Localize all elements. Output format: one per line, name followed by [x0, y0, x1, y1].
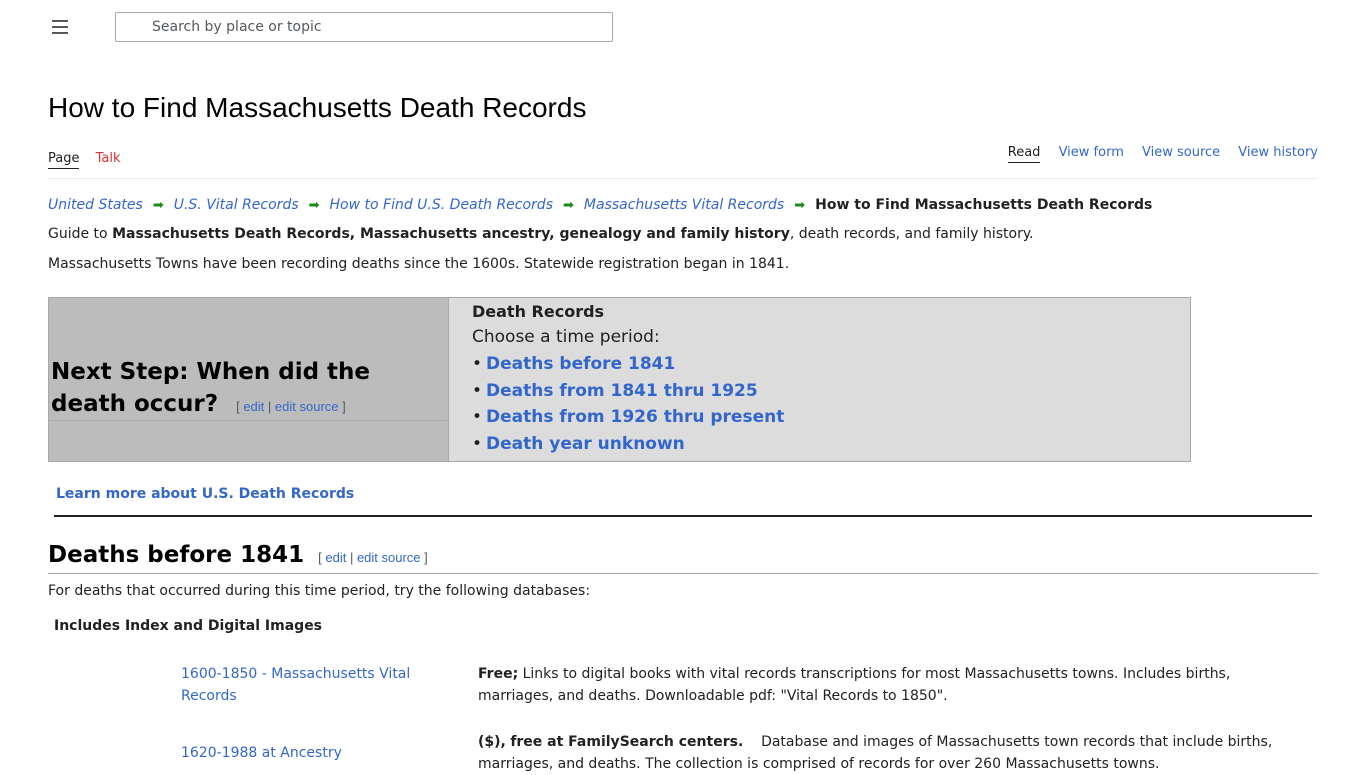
database-link-vital-records[interactable]: 1600-1850 - Massachusetts Vital Records: [181, 663, 441, 707]
edit-bracket-close: ]: [338, 399, 346, 414]
bullet: •: [472, 380, 483, 401]
section-intro: For deaths that occurred during this tim…: [48, 583, 591, 599]
tab-view-source[interactable]: View source: [1142, 145, 1220, 160]
description-text: Links to digital books with vital record…: [478, 666, 1231, 704]
guide-bold-text: Massachusetts Death Records, Massachuset…: [112, 226, 790, 242]
tab-talk[interactable]: Talk: [96, 151, 121, 166]
guide-paragraph: Guide to Massachusetts Death Records, Ma…: [48, 226, 1034, 242]
title-divider: [48, 178, 1318, 179]
next-step-left-panel: Next Step: When did the death occur?[ ed…: [49, 298, 449, 461]
subheading-index-images: Includes Index and Digital Images: [54, 618, 323, 634]
link-death-year-unknown[interactable]: Death year unknown: [486, 434, 685, 454]
arrow-right-icon: ➡: [563, 198, 574, 213]
breadcrumb-item-us-vital-records[interactable]: U.S. Vital Records: [174, 197, 299, 213]
tab-view-history[interactable]: View history: [1238, 145, 1318, 160]
arrow-right-icon: ➡: [794, 198, 806, 213]
top-bar: [0, 0, 1366, 60]
list-item: • Death year unknown: [472, 431, 1190, 458]
edit-source-link[interactable]: edit source: [357, 550, 421, 565]
breadcrumb-item-massachusetts-vital-records[interactable]: Massachusetts Vital Records: [584, 197, 784, 213]
next-step-edit-links: [ edit | edit source ]: [236, 399, 346, 414]
section-heading-text: Deaths before 1841: [48, 542, 305, 568]
familysearch-centers-link[interactable]: free at FamilySearch centers.: [510, 734, 743, 750]
hamburger-menu-icon[interactable]: [52, 20, 68, 36]
next-step-heading: Next Step: When did the death occur?[ ed…: [51, 356, 448, 423]
edit-separator: |: [346, 550, 357, 565]
edit-bracket-close: ]: [420, 550, 428, 565]
edit-separator: |: [264, 399, 275, 414]
bullet: •: [472, 433, 483, 454]
guide-suffix: , death records, and family history.: [789, 226, 1034, 242]
tab-read[interactable]: Read: [1007, 145, 1041, 163]
breadcrumb-current: How to Find Massachusetts Death Records: [815, 197, 1153, 213]
price-label: Free;: [478, 666, 519, 682]
breadcrumb: United States ➡ U.S. Vital Records ➡ How to …: [48, 197, 1152, 213]
list-item: • Deaths from 1841 thru 1925: [472, 378, 1190, 405]
tab-page[interactable]: Page: [48, 151, 80, 169]
link-deaths-before-1841[interactable]: Deaths before 1841: [486, 354, 675, 374]
learn-more-link[interactable]: Learn more about U.S. Death Records: [56, 486, 354, 502]
link-deaths-1926-present[interactable]: Deaths from 1926 thru present: [486, 407, 784, 427]
next-step-heading-underline: [49, 420, 447, 421]
price-label: ($),: [478, 734, 506, 750]
breadcrumb-item-us-death-records[interactable]: How to Find U.S. Death Records: [330, 197, 553, 213]
link-deaths-1841-1925[interactable]: Deaths from 1841 thru 1925: [486, 381, 758, 401]
search-input[interactable]: [115, 12, 613, 42]
towns-paragraph: Massachusetts Towns have been recording …: [48, 256, 790, 272]
list-item: • Deaths before 1841: [472, 351, 1190, 378]
choose-period-label: Choose a time period:: [472, 327, 660, 347]
list-item: • Deaths from 1926 thru present: [472, 404, 1190, 431]
page-title: How to Find Massachusetts Death Records: [48, 92, 587, 123]
death-records-title: Death Records: [472, 302, 605, 321]
section-heading: Deaths before 1841 [ edit | edit source ]: [48, 542, 428, 568]
database-description: Free; Links to digital books with vital …: [478, 663, 1298, 707]
bullet: •: [472, 354, 483, 374]
section-edit-links: [ edit | edit source ]: [318, 550, 428, 565]
arrow-right-icon: ➡: [152, 198, 164, 213]
section-divider: [54, 515, 1312, 517]
bullet: •: [472, 407, 483, 427]
next-step-box: Next Step: When did the death occur?[ ed…: [48, 297, 1191, 462]
view-tabs: Read View form View source View history: [994, 145, 1318, 163]
section-heading-underline: [48, 573, 1318, 574]
edit-source-link[interactable]: edit source: [275, 399, 339, 414]
database-description: ($), free at FamilySearch centers. Datab…: [478, 731, 1298, 775]
namespace-tabs: Page Talk: [48, 151, 133, 169]
death-records-panel: Death Records Choose a time period: • Dea…: [449, 298, 1190, 461]
edit-link[interactable]: edit: [325, 550, 346, 565]
database-link-ancestry[interactable]: 1620-1988 at Ancestry: [181, 742, 441, 764]
tab-view-form[interactable]: View form: [1059, 145, 1124, 160]
edit-link[interactable]: edit: [243, 399, 264, 414]
arrow-right-icon: ➡: [308, 198, 320, 213]
guide-prefix: Guide to: [48, 226, 113, 242]
breadcrumb-item-united-states[interactable]: United States: [48, 197, 143, 213]
